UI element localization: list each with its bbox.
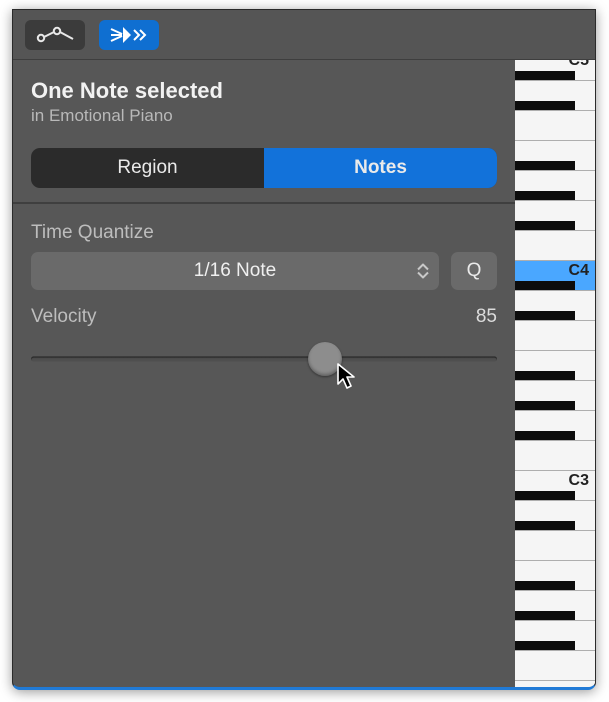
inspector-window: One Note selected in Emotional Piano Reg… (12, 9, 596, 690)
piano-white-key[interactable] (515, 680, 595, 687)
inspector-panel: One Note selected in Emotional Piano Reg… (13, 60, 515, 687)
quantize-button[interactable]: Q (451, 252, 497, 290)
automation-curve-icon (35, 26, 75, 44)
segment-region[interactable]: Region (31, 148, 264, 188)
octave-label: C5 (569, 60, 589, 70)
piano-white-key[interactable] (515, 110, 595, 140)
region-notes-segmented: Region Notes (31, 148, 497, 188)
selection-title: One Note selected (31, 78, 497, 104)
octave-label: C3 (569, 472, 589, 490)
stepper-icon (417, 264, 429, 279)
piano-white-key[interactable] (515, 650, 595, 680)
velocity-row: Velocity 85 (31, 306, 497, 328)
piano-ruler[interactable]: C5 C4 C3 (515, 60, 595, 687)
time-quantize-label: Time Quantize (31, 222, 497, 244)
velocity-slider-track (31, 357, 497, 362)
selection-subtitle: in Emotional Piano (31, 106, 497, 126)
segment-notes[interactable]: Notes (264, 148, 497, 188)
piano-white-key[interactable] (515, 230, 595, 260)
velocity-slider-thumb[interactable] (308, 342, 342, 376)
midi-converge-tool-button[interactable] (99, 20, 159, 50)
converge-icon (109, 24, 149, 46)
piano-white-key[interactable] (515, 440, 595, 470)
time-quantize-dropdown[interactable]: 1/16 Note (31, 252, 439, 290)
velocity-value: 85 (476, 306, 497, 328)
piano-white-key[interactable] (515, 530, 595, 560)
piano-white-key[interactable] (515, 320, 595, 350)
velocity-slider[interactable] (31, 342, 497, 376)
toolbar (13, 10, 595, 60)
content-area: One Note selected in Emotional Piano Reg… (13, 60, 595, 687)
panel-divider (13, 202, 515, 204)
time-quantize-row: 1/16 Note Q (31, 252, 497, 290)
octave-label: C4 (569, 262, 589, 280)
time-quantize-value: 1/16 Note (194, 260, 276, 282)
velocity-label: Velocity (31, 306, 96, 328)
automation-tool-button[interactable] (25, 20, 85, 50)
